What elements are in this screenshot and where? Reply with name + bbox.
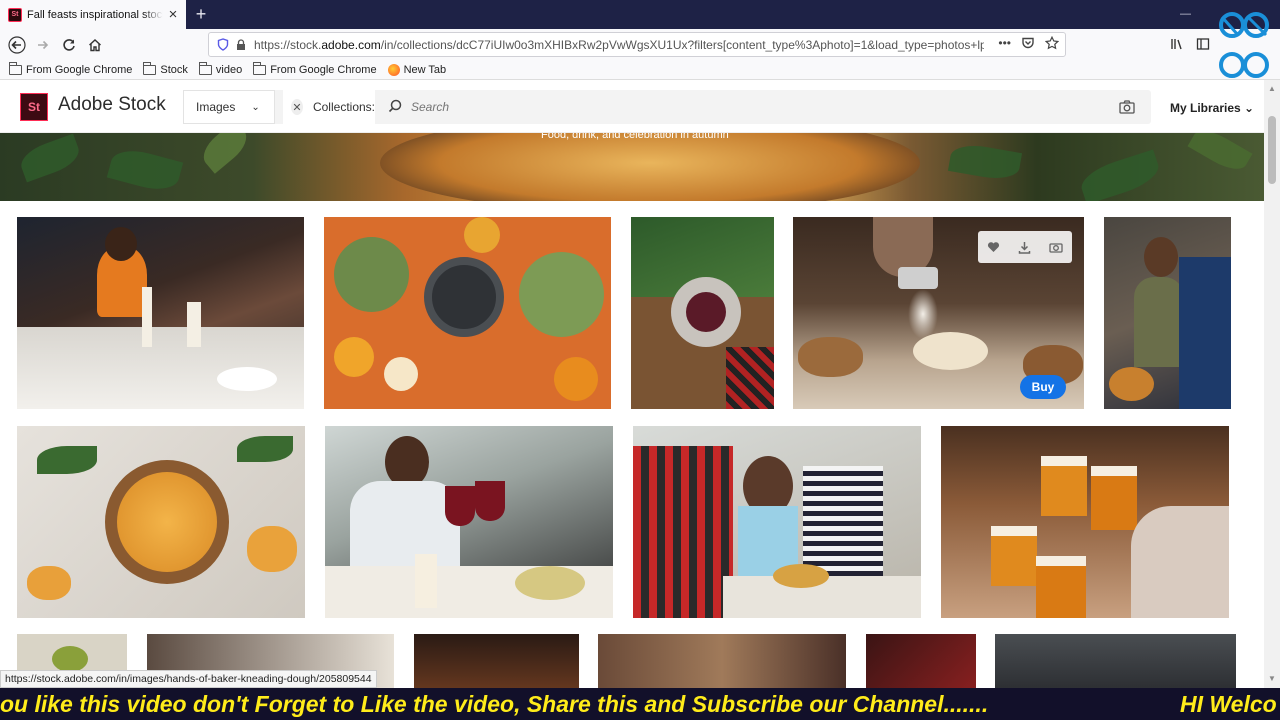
collection-content: Food, drink, and celebration in autumn B… xyxy=(0,133,1264,688)
page-actions-button[interactable]: ••• xyxy=(998,36,1011,50)
pocket-icon[interactable] xyxy=(1021,36,1035,50)
image-thumbnail-group-dinner[interactable] xyxy=(598,634,846,688)
image-thumbnail-family-kitchen[interactable] xyxy=(1104,217,1231,409)
sidebar-toggle-icon[interactable] xyxy=(1196,37,1210,51)
url-actions: ••• xyxy=(998,36,1059,50)
folder-icon xyxy=(198,61,212,75)
folder-icon xyxy=(143,61,157,75)
content-type-select[interactable]: Images ⌄ xyxy=(183,90,275,124)
lock-icon[interactable] xyxy=(236,38,246,51)
bookmark-label: New Tab xyxy=(403,63,447,76)
collections-chip-label: Collections: xyxy=(312,100,375,114)
collection-hero-banner: Food, drink, and celebration in autumn xyxy=(0,133,1264,201)
page-scrollbar[interactable]: ▲ ▼ xyxy=(1264,80,1280,688)
bookmark-item[interactable]: video xyxy=(198,61,243,76)
video-ticker-banner: ou like this video don't Forget to Like … xyxy=(0,688,1280,720)
new-tab-button[interactable]: + xyxy=(191,4,211,24)
library-icon[interactable] xyxy=(1170,37,1184,51)
bookmark-label: From Google Chrome xyxy=(26,63,133,76)
bookmark-label: video xyxy=(215,63,243,76)
bookmarks-bar: From Google Chrome Stock video From Goog… xyxy=(0,60,1280,80)
my-libraries-label: My Libraries xyxy=(1170,101,1241,115)
collections-filter-chip[interactable]: ✕ Collections: xyxy=(283,90,375,124)
image-thumbnail-wine-toast[interactable] xyxy=(325,426,613,618)
download-icon[interactable] xyxy=(1018,241,1031,254)
image-thumbnail-dark-feast[interactable] xyxy=(414,634,579,688)
back-arrow-icon[interactable] xyxy=(6,34,28,56)
heart-icon[interactable] xyxy=(987,241,1000,253)
adobe-stock-header: St Adobe Stock Images ⌄ ✕ Collections: M… xyxy=(0,80,1264,133)
adobe-stock-logo-icon[interactable]: St xyxy=(20,93,48,121)
scrollbar-thumb[interactable] xyxy=(1268,116,1276,184)
scroll-down-arrow-icon[interactable]: ▼ xyxy=(1268,674,1276,683)
image-actions-overlay xyxy=(978,231,1072,263)
my-libraries-menu[interactable]: My Libraries ⌄ xyxy=(1170,101,1254,115)
image-thumbnail-friends-cooking[interactable] xyxy=(633,426,921,618)
visual-search-camera-icon[interactable] xyxy=(1119,100,1135,114)
remove-filter-icon[interactable]: ✕ xyxy=(291,99,303,115)
bookmark-item[interactable]: New Tab xyxy=(387,63,447,76)
scroll-up-arrow-icon[interactable]: ▲ xyxy=(1268,84,1276,93)
home-icon[interactable] xyxy=(84,34,106,56)
bookmark-item[interactable]: Stock xyxy=(143,61,188,76)
camera-icon[interactable] xyxy=(1049,241,1063,253)
bookmark-star-icon[interactable] xyxy=(1045,36,1059,50)
bookmark-item[interactable]: From Google Chrome xyxy=(253,61,377,76)
firefox-icon xyxy=(387,63,400,76)
image-thumbnail-beets[interactable] xyxy=(631,217,774,409)
browser-tab-strip: St Fall feasts inspirational stock as × … xyxy=(0,0,1280,78)
image-thumbnail-plated-food[interactable] xyxy=(995,634,1236,688)
tab-title: Fall feasts inspirational stock as xyxy=(27,8,163,21)
brand-name[interactable]: Adobe Stock xyxy=(58,94,166,116)
minimize-icon[interactable]: — xyxy=(1180,8,1191,20)
search-bar: Images ⌄ ✕ Collections: xyxy=(183,90,1151,124)
link-status-url: https://stock.adobe.com/in/images/hands-… xyxy=(0,670,377,688)
forward-arrow-icon[interactable] xyxy=(32,34,54,56)
image-thumbnail-beer-toast[interactable] xyxy=(941,426,1229,618)
bookmark-label: From Google Chrome xyxy=(270,63,377,76)
image-thumbnail-pumpkins-table[interactable] xyxy=(324,217,611,409)
search-input[interactable] xyxy=(411,97,1091,117)
bookmark-item[interactable]: From Google Chrome xyxy=(9,61,133,76)
image-thumbnail-dinner-party[interactable] xyxy=(17,217,304,409)
folder-icon xyxy=(9,61,22,75)
url-text[interactable]: https://stock.adobe.com/in/collections/d… xyxy=(254,38,984,52)
buy-button[interactable]: Buy xyxy=(1020,375,1066,399)
tracking-shield-icon[interactable] xyxy=(217,38,229,51)
navigation-bar: https://stock.adobe.com/in/collections/d… xyxy=(0,29,1280,60)
hero-subtitle: Food, drink, and celebration in autumn xyxy=(541,133,729,141)
url-bar[interactable]: https://stock.adobe.com/in/collections/d… xyxy=(208,32,1066,57)
image-thumbnail-spices[interactable] xyxy=(866,634,976,688)
reload-icon[interactable] xyxy=(58,34,80,56)
search-icon xyxy=(388,99,402,113)
adobe-stock-favicon-icon: St xyxy=(8,7,22,22)
tab-close-button[interactable]: × xyxy=(166,7,180,22)
channel-logo-icon xyxy=(1219,12,1269,78)
chevron-down-icon: ⌄ xyxy=(1244,101,1255,115)
image-thumbnail-baker-flour[interactable]: Buy xyxy=(793,217,1084,409)
ticker-message-2: HI Welco xyxy=(1180,691,1277,717)
content-type-value: Images xyxy=(196,100,236,114)
folder-icon xyxy=(253,61,267,75)
browser-tab-active[interactable]: St Fall feasts inspirational stock as × xyxy=(0,0,186,29)
chevron-down-icon: ⌄ xyxy=(251,101,260,113)
bookmark-label: Stock xyxy=(160,63,188,76)
ticker-message: ou like this video don't Forget to Like … xyxy=(0,691,989,717)
image-thumbnail-chanterelles[interactable] xyxy=(17,426,305,618)
